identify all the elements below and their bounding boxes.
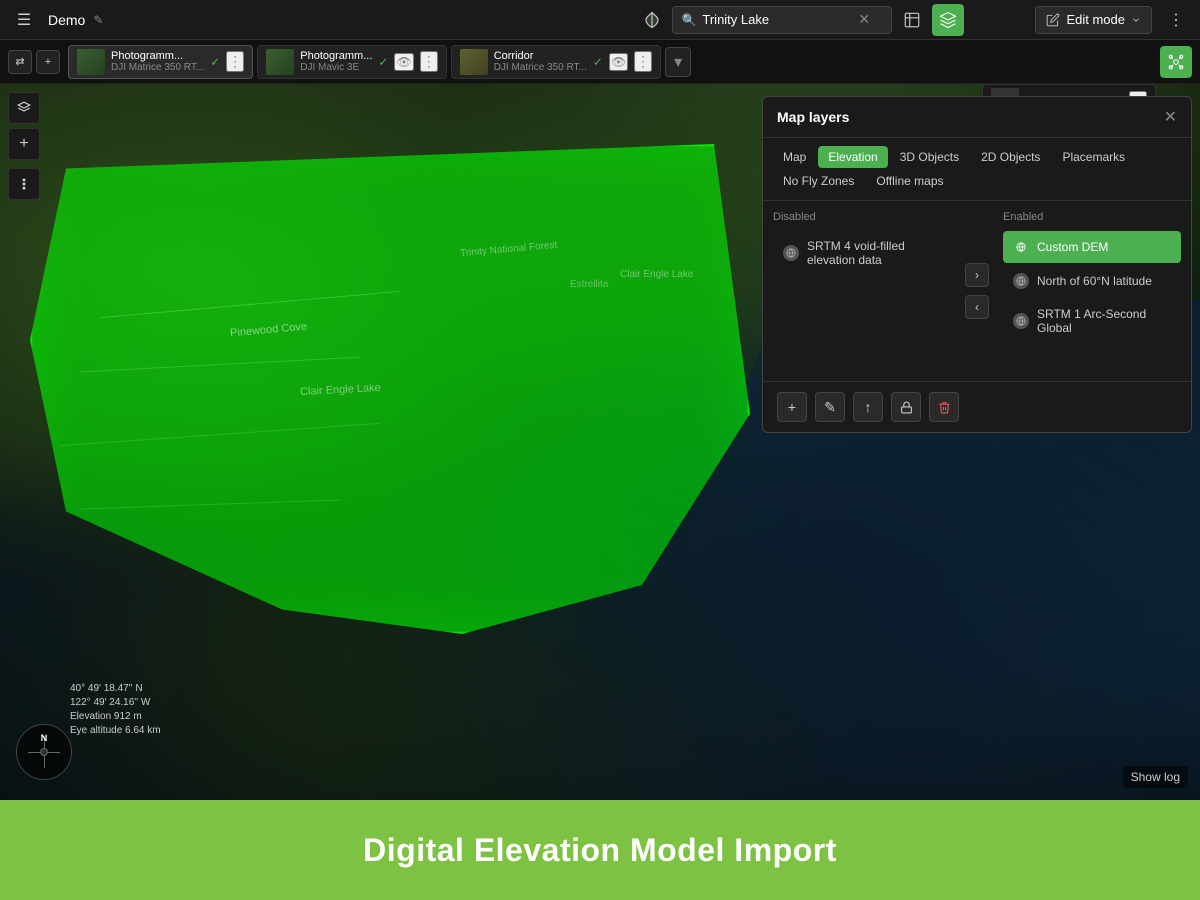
panel-body: Disabled SRTM 4 void-filled elevation da… bbox=[763, 201, 1191, 381]
layer-north60-icon bbox=[1013, 273, 1029, 289]
layer-srtm4-icon bbox=[783, 245, 799, 261]
tab-check-3: ✓ bbox=[593, 55, 603, 69]
waypoint-icon[interactable] bbox=[636, 4, 668, 36]
tab-item-photogramm2[interactable]: Photogramm... DJI Mavic 3E ✓ 👁 ⋮ bbox=[257, 45, 446, 79]
arrow-right-button[interactable]: › bbox=[965, 263, 989, 287]
tab-check-2: ✓ bbox=[378, 55, 388, 69]
tab-more-3[interactable]: ⋮ bbox=[634, 51, 652, 72]
layer-customdem-icon bbox=[1013, 239, 1029, 255]
show-log-button[interactable]: Show log bbox=[1123, 766, 1188, 788]
tab-sub-3: DJI Matrice 350 RT... bbox=[494, 62, 587, 73]
compass: N bbox=[16, 724, 72, 780]
panel-header: Map layers ✕ bbox=[763, 97, 1191, 138]
tab-placemarks[interactable]: Placemarks bbox=[1052, 146, 1135, 168]
tab-name-3: Corridor bbox=[494, 50, 587, 62]
footer-add-button[interactable]: + bbox=[777, 392, 807, 422]
left-tools: + bbox=[8, 92, 40, 200]
enabled-column: Enabled Custom DEM North of 6 bbox=[993, 201, 1191, 381]
layers-icon[interactable] bbox=[932, 4, 964, 36]
layer-srtm1[interactable]: SRTM 1 Arc-Second Global bbox=[1003, 299, 1181, 343]
edit-mode-button[interactable]: Edit mode bbox=[1035, 6, 1152, 34]
search-input[interactable] bbox=[702, 12, 852, 27]
layer-customdem-name: Custom DEM bbox=[1037, 240, 1108, 254]
tab-name-2: Photogramm... bbox=[300, 50, 372, 62]
edit-project-icon[interactable]: ✎ bbox=[93, 13, 103, 27]
app-title: Demo bbox=[48, 12, 85, 28]
tool-add-button[interactable]: + bbox=[8, 128, 40, 160]
panel-tabs: Map Elevation 3D Objects 2D Objects Plac… bbox=[763, 138, 1191, 201]
tab-eye-3[interactable]: 👁 bbox=[609, 53, 628, 71]
tab-item-photogramm1[interactable]: Photogramm... DJI Matrice 350 RT... ✓ ⋮ bbox=[68, 45, 253, 79]
menu-icon[interactable]: ☰ bbox=[8, 4, 40, 36]
tab-check-1: ✓ bbox=[210, 55, 220, 69]
footer-lock-button[interactable] bbox=[891, 392, 921, 422]
layer-srtm1-name: SRTM 1 Arc-Second Global bbox=[1037, 307, 1171, 335]
coord-lat: 40° 49' 18.47'' N bbox=[70, 682, 161, 696]
map-icon[interactable] bbox=[896, 4, 928, 36]
map-label-clair-engle: Clair Engle Lake bbox=[620, 269, 693, 280]
layer-custom-dem[interactable]: Custom DEM bbox=[1003, 231, 1181, 263]
tab-thumb-1 bbox=[77, 49, 105, 75]
map-label-estrellita: Estrellita bbox=[570, 279, 608, 290]
tab-2dobjects[interactable]: 2D Objects bbox=[971, 146, 1050, 168]
tab-more-1[interactable]: ⋮ bbox=[226, 51, 244, 72]
edit-mode-label: Edit mode bbox=[1066, 12, 1125, 27]
tab-noflyzones[interactable]: No Fly Zones bbox=[773, 170, 864, 192]
search-icon: 🔍 bbox=[681, 13, 696, 27]
tab-map[interactable]: Map bbox=[773, 146, 816, 168]
disabled-column: Disabled SRTM 4 void-filled elevation da… bbox=[763, 201, 961, 381]
search-clear-icon[interactable]: ✕ bbox=[858, 11, 870, 28]
tab-more-2[interactable]: ⋮ bbox=[420, 51, 438, 72]
panel-title: Map layers bbox=[777, 109, 849, 125]
tabs-bar: ⇄ + Photogramm... DJI Matrice 350 RT... … bbox=[0, 40, 1200, 84]
tab-left-tool[interactable]: ⇄ bbox=[8, 50, 32, 74]
layer-srtm1-icon bbox=[1013, 313, 1029, 329]
tab-sub-2: DJI Mavic 3E bbox=[300, 62, 372, 73]
footer-upload-button[interactable]: ↑ bbox=[853, 392, 883, 422]
tab-thumb-2 bbox=[266, 49, 294, 75]
bottom-bar: Digital Elevation Model Import bbox=[0, 800, 1200, 900]
enabled-label: Enabled bbox=[1003, 211, 1181, 223]
panel-footer: + ✎ ↑ bbox=[763, 381, 1191, 432]
coordinates: 40° 49' 18.47'' N 122° 49' 24.16'' W Ele… bbox=[70, 682, 161, 738]
layer-srtm4[interactable]: SRTM 4 void-filled elevation data bbox=[773, 231, 951, 275]
more-options-icon[interactable]: ⋮ bbox=[1160, 4, 1192, 36]
coord-lon: 122° 49' 24.16'' W bbox=[70, 696, 161, 710]
footer-edit-button[interactable]: ✎ bbox=[815, 392, 845, 422]
coord-eye: Eye altitude 6.64 km bbox=[70, 724, 161, 738]
compass-n: N bbox=[41, 733, 48, 743]
tab-thumb-3 bbox=[460, 49, 488, 75]
tab-item-corridor[interactable]: Corridor DJI Matrice 350 RT... ✓ 👁 ⋮ bbox=[451, 45, 661, 79]
tool-more-button[interactable] bbox=[8, 168, 40, 200]
tool-layers-button[interactable] bbox=[8, 92, 40, 124]
layer-north60-name: North of 60°N latitude bbox=[1037, 274, 1152, 288]
panel-close-button[interactable]: ✕ bbox=[1164, 107, 1177, 127]
tab-add-tool[interactable]: + bbox=[36, 50, 60, 74]
disabled-label: Disabled bbox=[773, 211, 951, 223]
tab-sub-1: DJI Matrice 350 RT... bbox=[111, 62, 204, 73]
tab-3dobjects[interactable]: 3D Objects bbox=[890, 146, 969, 168]
bottom-title: Digital Elevation Model Import bbox=[363, 832, 837, 869]
tab-offline[interactable]: Offline maps bbox=[866, 170, 953, 192]
search-box: 🔍 ✕ bbox=[672, 6, 892, 34]
tab-name-1: Photogramm... bbox=[111, 50, 204, 62]
layer-north60[interactable]: North of 60°N latitude bbox=[1003, 265, 1181, 297]
arrow-left-button[interactable]: ‹ bbox=[965, 295, 989, 319]
tab-expand-button[interactable]: ▾ bbox=[665, 47, 691, 77]
drone-icon[interactable] bbox=[1160, 46, 1192, 78]
coord-elevation: Elevation 912 m bbox=[70, 710, 161, 724]
topbar: ☰ Demo ✎ 🔍 ✕ bbox=[0, 0, 1200, 40]
map-layers-panel: Map layers ✕ Map Elevation 3D Objects 2D… bbox=[762, 96, 1192, 433]
tab-eye-2[interactable]: 👁 bbox=[394, 53, 413, 71]
layer-srtm4-name: SRTM 4 void-filled elevation data bbox=[807, 239, 941, 267]
panel-arrows: › ‹ bbox=[961, 201, 993, 381]
tab-elevation[interactable]: Elevation bbox=[818, 146, 887, 168]
footer-delete-button[interactable] bbox=[929, 392, 959, 422]
